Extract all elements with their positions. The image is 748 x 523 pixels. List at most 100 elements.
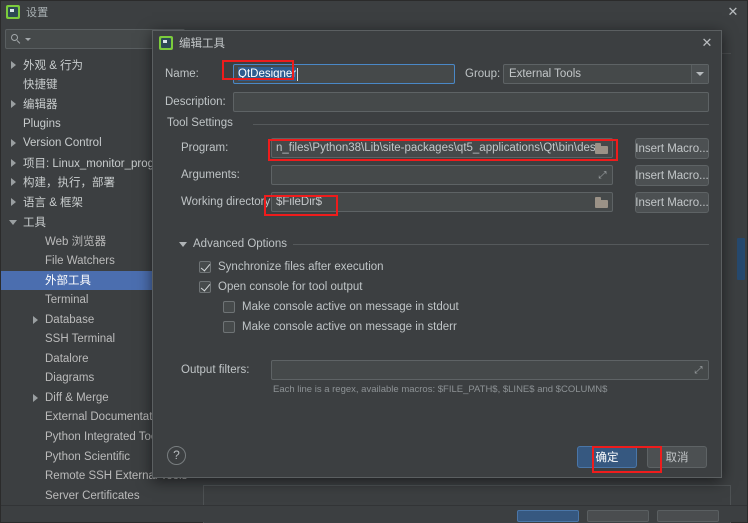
- description-row: Description:: [165, 91, 226, 113]
- working-directory-input-value: $FileDir$: [276, 196, 323, 208]
- sidebar-item-label: 外部工具: [45, 275, 91, 288]
- chevron-down-icon[interactable]: [25, 37, 31, 41]
- checkbox-row[interactable]: Make console active on message in stdout: [223, 301, 459, 313]
- checkbox-icon[interactable]: [223, 301, 235, 313]
- checkbox-icon[interactable]: [199, 261, 211, 273]
- sidebar-item-label: Database: [45, 313, 95, 326]
- help-button[interactable]: ?: [167, 446, 186, 465]
- name-row: Name:: [165, 63, 223, 85]
- settings-apply-button[interactable]: [657, 510, 719, 522]
- chevron-right-icon[interactable]: [9, 158, 21, 168]
- folder-icon[interactable]: [595, 142, 608, 154]
- checkbox-label: Make console active on message in stderr: [242, 321, 457, 333]
- program-label: Program:: [181, 142, 229, 154]
- sidebar-item-label: 构建，执行，部署: [23, 177, 115, 190]
- insert-macro-arguments-button[interactable]: Insert Macro...: [635, 165, 709, 186]
- checkbox-label: Synchronize files after execution: [218, 261, 384, 273]
- output-filters-hint: Each line is a regex, available macros: …: [273, 384, 608, 395]
- ok-button[interactable]: 确定: [577, 446, 637, 468]
- program-input[interactable]: n_files\Python38\Lib\site-packages\qt5_a…: [271, 138, 613, 158]
- no-icon: [31, 295, 43, 305]
- scrollbar-thumb[interactable]: [737, 238, 745, 280]
- sidebar-item-label: Terminal: [45, 293, 89, 306]
- no-icon: [31, 334, 43, 344]
- settings-titlebar: 设置 ✕: [1, 1, 747, 23]
- settings-cancel-button[interactable]: [587, 510, 649, 522]
- arguments-label: Arguments:: [181, 169, 240, 181]
- description-label: Description:: [165, 96, 226, 108]
- checkbox-icon[interactable]: [199, 281, 211, 293]
- sidebar-item-label: Server Certificates: [45, 489, 140, 502]
- close-icon[interactable]: ✕: [700, 36, 714, 50]
- sidebar-item-label: File Watchers: [45, 254, 115, 267]
- settings-ok-button[interactable]: [517, 510, 579, 522]
- expand-icon[interactable]: ⤢: [597, 170, 608, 181]
- arguments-input[interactable]: ⤢: [271, 165, 613, 185]
- name-input[interactable]: QtDesigner: [233, 64, 455, 84]
- advanced-options-toggle[interactable]: Advanced Options: [179, 238, 287, 250]
- working-directory-label: Working directory:: [181, 196, 274, 208]
- no-icon: [31, 373, 43, 383]
- sidebar-item-label: External Documentation: [45, 411, 168, 424]
- group-select[interactable]: External Tools: [503, 64, 709, 84]
- chevron-right-icon[interactable]: [31, 315, 43, 325]
- insert-macro-working-directory-button[interactable]: Insert Macro...: [635, 192, 709, 213]
- folder-icon[interactable]: [595, 196, 608, 208]
- no-icon: [31, 491, 43, 501]
- tool-settings-group-label: Tool Settings: [167, 117, 238, 129]
- no-icon: [9, 79, 21, 89]
- insert-macro-program-button[interactable]: Insert Macro...: [635, 138, 709, 159]
- search-icon: [11, 33, 22, 45]
- checkbox-label: Open console for tool output: [218, 281, 363, 293]
- name-input-value: QtDesigner: [238, 67, 297, 81]
- chevron-right-icon[interactable]: [9, 138, 21, 148]
- checkbox-icon[interactable]: [223, 321, 235, 333]
- output-filters-input[interactable]: ⤢: [271, 360, 709, 380]
- working-directory-row: Working directory:: [181, 191, 273, 213]
- chevron-right-icon[interactable]: [31, 393, 43, 403]
- checkbox-row[interactable]: Open console for tool output: [199, 281, 363, 293]
- program-input-value: n_files\Python38\Lib\site-packages\qt5_a…: [276, 142, 595, 154]
- sidebar-item-label: 工具: [23, 216, 46, 229]
- no-icon: [31, 236, 43, 246]
- no-icon: [31, 452, 43, 462]
- chevron-right-icon[interactable]: [9, 60, 21, 70]
- expand-icon[interactable]: ⤢: [693, 365, 704, 376]
- group-divider: [253, 124, 709, 125]
- sidebar-item-label: 外观 & 行为: [23, 59, 84, 72]
- chevron-right-icon[interactable]: [9, 177, 21, 187]
- sidebar-item-label: Version Control: [23, 137, 102, 150]
- sidebar-item-label: Datalore: [45, 352, 89, 365]
- chevron-down-icon: [179, 241, 187, 247]
- advanced-divider: [293, 244, 709, 245]
- close-icon[interactable]: ✕: [725, 5, 741, 19]
- working-directory-input[interactable]: $FileDir$: [271, 192, 613, 212]
- no-icon: [31, 275, 43, 285]
- chevron-right-icon[interactable]: [9, 197, 21, 207]
- group-select-value: External Tools: [509, 68, 582, 80]
- chevron-down-icon[interactable]: [691, 65, 708, 83]
- arguments-row: Arguments:: [181, 164, 240, 186]
- cancel-button[interactable]: 取消: [647, 446, 707, 468]
- screen: 设置 ✕ 外观 & 行为 快捷键 编辑器 Plugins Version Control…: [0, 0, 748, 523]
- group-label: Group:: [465, 68, 501, 80]
- scrollbar[interactable]: [737, 53, 745, 483]
- sidebar-item[interactable]: Server Certificates: [1, 486, 191, 504]
- sidebar-item-label: Python Scientific: [45, 450, 131, 463]
- sidebar-item-label: Diff & Merge: [45, 391, 109, 404]
- output-filters-label: Output filters:: [181, 364, 250, 376]
- description-input[interactable]: [233, 92, 709, 112]
- program-row: Program:: [181, 137, 228, 159]
- pycharm-icon: [159, 36, 173, 50]
- chevron-down-icon[interactable]: [9, 217, 21, 227]
- sidebar-item-label: Plugins: [23, 117, 61, 130]
- checkbox-row[interactable]: Make console active on message in stderr: [223, 321, 457, 333]
- chevron-right-icon[interactable]: [9, 99, 21, 109]
- dialog-title: 编辑工具: [179, 38, 225, 50]
- checkbox-label: Make console active on message in stdout: [242, 301, 459, 313]
- name-label: Name:: [165, 68, 199, 80]
- no-icon: [31, 412, 43, 422]
- checkbox-row[interactable]: Synchronize files after execution: [199, 261, 384, 273]
- sidebar-item-label: Web 浏览器: [45, 236, 107, 249]
- dialog-footer: ? 确定 取消: [153, 437, 721, 477]
